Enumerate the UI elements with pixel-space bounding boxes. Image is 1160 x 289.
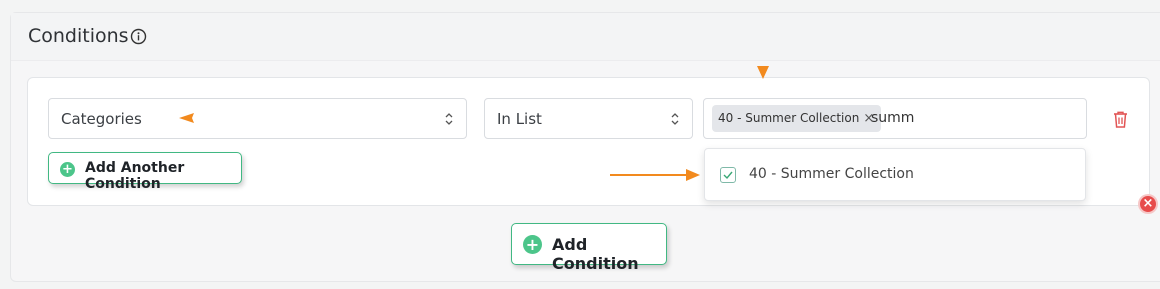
annotation-arrow-down-icon xyxy=(757,66,769,79)
add-another-condition-label: Add Another Condition xyxy=(85,160,185,192)
selected-tag-label: 40 - Summer Collection xyxy=(718,111,860,125)
trash-icon[interactable] xyxy=(1112,110,1129,129)
field-select-value: Categories xyxy=(61,110,142,128)
operator-select-value: In List xyxy=(497,110,542,128)
plus-circle-icon: + xyxy=(60,162,75,177)
chevron-updown-icon xyxy=(445,113,453,125)
add-condition-button[interactable]: + Add Condition xyxy=(511,223,667,273)
dropdown-option-label: 40 - Summer Collection xyxy=(749,166,914,182)
info-icon[interactable] xyxy=(130,28,147,45)
annotation-arrow-right-icon xyxy=(610,169,700,181)
panel-header: Conditions xyxy=(11,13,1160,61)
operator-select[interactable]: In List xyxy=(484,98,693,139)
chevron-updown-icon xyxy=(671,113,679,125)
panel-title: Conditions xyxy=(28,25,129,47)
plus-circle-icon: + xyxy=(523,235,542,254)
field-select[interactable]: Categories xyxy=(48,98,467,139)
multiselect-search-input[interactable]: summ xyxy=(871,110,914,126)
add-another-condition-button[interactable]: + Add Another Condition xyxy=(48,152,242,192)
add-condition-label: Add Condition xyxy=(552,235,639,273)
checkbox-checked-icon[interactable] xyxy=(720,167,736,183)
close-icon[interactable]: × xyxy=(1138,194,1158,214)
selected-tag: 40 - Summer Collection × xyxy=(712,105,882,132)
multiselect-dropdown: 40 - Summer Collection xyxy=(704,148,1086,201)
annotation-arrow-left-icon xyxy=(179,113,194,123)
